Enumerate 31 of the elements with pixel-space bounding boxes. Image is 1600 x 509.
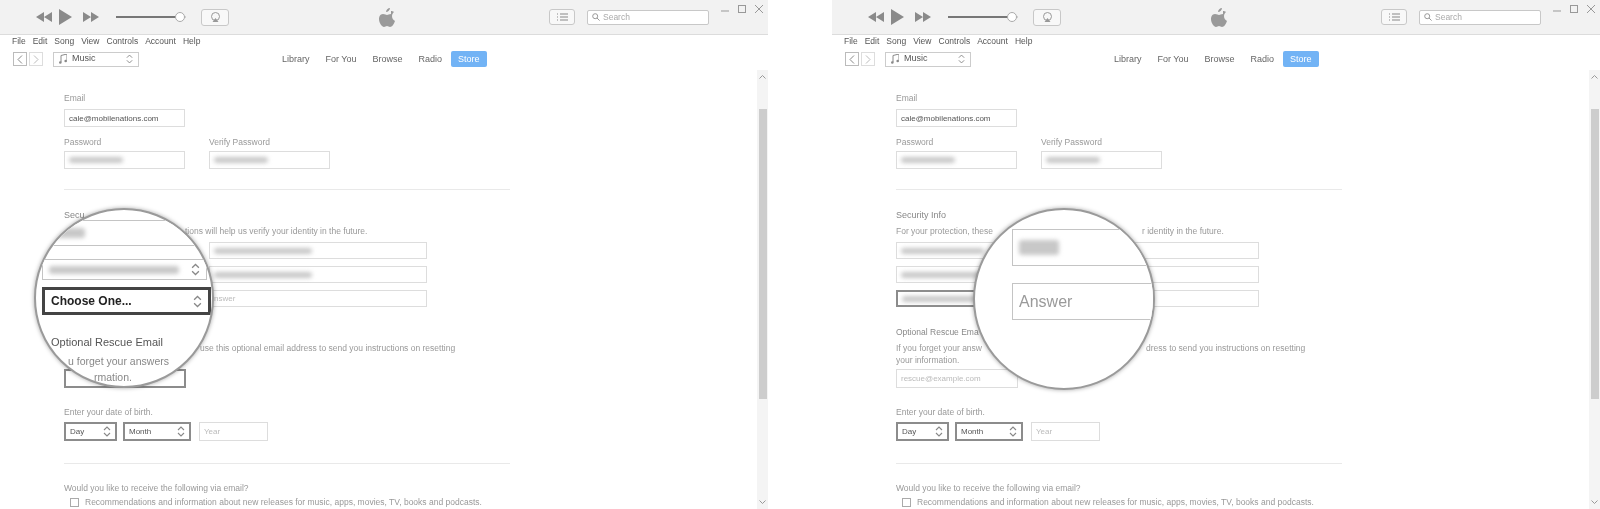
description-text: r identity in the future. xyxy=(1142,225,1225,237)
field-label: Verify Password xyxy=(209,137,271,148)
description-text: For your protection, these xyxy=(896,225,994,237)
checkbox-label: Recommendations and information about new releases for music, apps, movies, TV, books and podcasts. xyxy=(85,497,482,508)
description-text: If you forget your answ xyxy=(896,342,983,354)
field-label: Password xyxy=(896,137,935,148)
checkbox-label: Recommendations and information about new releases for music, apps, movies, TV, books and podcasts. xyxy=(917,497,1314,508)
description-text: u forget your answers xyxy=(68,354,169,369)
placeholder-text: Search xyxy=(1435,10,1462,24)
section-heading: Optional Rescue Email xyxy=(51,335,163,350)
description-text: tions will help us verify your identity in the future. xyxy=(185,225,369,237)
section-heading: Secu xyxy=(64,210,85,220)
placeholder-text: Year xyxy=(204,426,221,437)
field-label: Email xyxy=(896,93,919,104)
field-label: Password xyxy=(64,137,103,148)
placeholder-text: Search xyxy=(603,10,630,24)
field-label: Email xyxy=(64,93,87,104)
section-heading: Optional Rescue Ema xyxy=(896,327,979,337)
question-text: Would you like to receive the following via email? xyxy=(64,483,250,494)
description-text: use this optional email address to send you instructions on resetting xyxy=(200,342,457,354)
description-text: your information. xyxy=(896,354,961,366)
description-text: dress to send you instructions on resetting xyxy=(1146,342,1307,354)
question-text: Would you like to receive the following via email? xyxy=(896,483,1082,494)
description-text: rmation. xyxy=(94,370,132,385)
field-label: Verify Password xyxy=(1041,137,1103,148)
section-heading: Security Info xyxy=(896,210,947,220)
field-label: Enter your date of birth. xyxy=(896,407,986,418)
field-label: Enter your date of birth. xyxy=(64,407,154,418)
placeholder-text: Year xyxy=(1036,426,1053,437)
placeholder-text: rescue@example.com xyxy=(901,373,981,384)
placeholder-text: nswer xyxy=(214,293,236,304)
